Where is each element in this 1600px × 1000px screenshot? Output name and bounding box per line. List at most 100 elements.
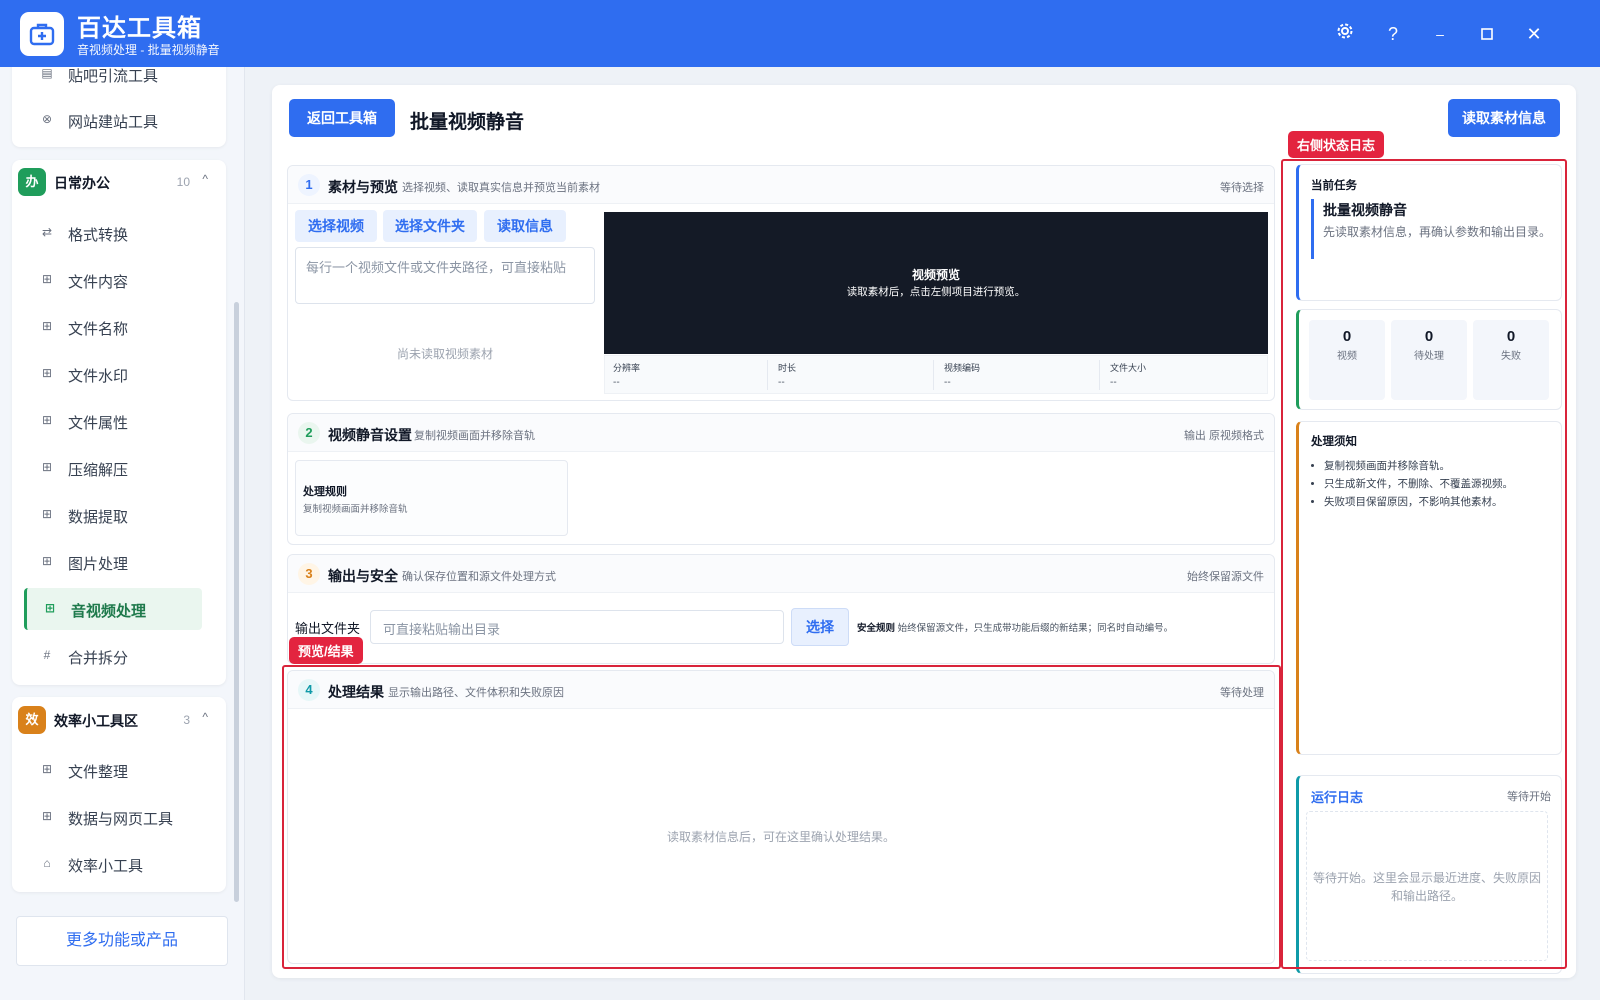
more-products-button[interactable]: 更多功能或产品 bbox=[16, 916, 228, 966]
title-bar: 百达工具箱 音视频处理 - 批量视频静音 ? – ✕ bbox=[0, 0, 1600, 67]
grid-icon: ⊞ bbox=[41, 507, 53, 521]
sidebar-item-label: 文件内容 bbox=[68, 274, 129, 291]
gear-icon[interactable] bbox=[1331, 20, 1359, 48]
sidebar-item-web-tools[interactable]: ⊞ 数据与网页工具 bbox=[24, 796, 202, 838]
section-status: 输出 原视频格式 bbox=[1183, 430, 1264, 442]
select-output-button[interactable]: 选择 bbox=[791, 608, 849, 646]
nav-group-header-tools[interactable]: 效 效率小工具区 3 ^ bbox=[18, 698, 214, 740]
sidebar-item-label: 文件整理 bbox=[68, 764, 129, 781]
sidebar-item-label: 合并拆分 bbox=[68, 650, 129, 667]
sidebar: ▤ 贴吧引流工具 ⊗ 网站建站工具 办 日常办公 10 ^ ⇄ 格式转换 ⊞ 文… bbox=[0, 67, 245, 1000]
section-output-safety: 3 输出与安全 确认保存位置和源文件处理方式 始终保留源文件 bbox=[287, 554, 1275, 664]
read-material-info-button[interactable]: 读取素材信息 bbox=[1448, 99, 1560, 137]
meta-resolution: 分辨率 -- bbox=[613, 363, 641, 388]
grid-icon: ⊞ bbox=[41, 319, 53, 333]
group-count: 3 bbox=[183, 713, 190, 727]
section-desc: 选择视频、读取真实信息并预览当前素材 bbox=[402, 182, 600, 194]
annotation-tag-results: 预览/结果 bbox=[289, 637, 363, 664]
rule-desc: 复制视频画面并移除音轨 bbox=[303, 504, 408, 515]
sidebar-item-label: 文件属性 bbox=[68, 415, 129, 432]
minimize-icon[interactable]: – bbox=[1426, 20, 1454, 48]
select-video-button[interactable]: 选择视频 bbox=[295, 210, 377, 242]
sidebar-item-label: 音视频处理 bbox=[71, 603, 147, 620]
sidebar-item-label: 文件水印 bbox=[68, 368, 129, 385]
app-logo bbox=[20, 12, 64, 56]
annotation-box-right-log bbox=[1281, 159, 1567, 969]
read-info-button[interactable]: 读取信息 bbox=[484, 210, 566, 242]
toolbox-icon bbox=[29, 23, 55, 46]
back-to-toolbox-button[interactable]: 返回工具箱 bbox=[289, 99, 395, 137]
help-icon[interactable]: ? bbox=[1379, 20, 1407, 48]
chevron-up-icon: ^ bbox=[202, 710, 208, 724]
select-folder-button[interactable]: 选择文件夹 bbox=[383, 210, 477, 242]
sidebar-item-attributes[interactable]: ⊞ 文件属性 bbox=[24, 400, 202, 442]
sidebar-item-tieba[interactable]: ▤ 贴吧引流工具 bbox=[24, 67, 202, 95]
sidebar-item-format[interactable]: ⇄ 格式转换 bbox=[24, 212, 202, 254]
grid-icon: ⊞ bbox=[44, 601, 56, 615]
video-meta-row: 分辨率 -- 时长 -- 视频编码 -- 文件大小 -- bbox=[604, 355, 1268, 394]
toolbox-icon: ⌂ bbox=[43, 856, 51, 870]
section-number: 3 bbox=[298, 563, 320, 585]
sidebar-item-compress[interactable]: ⊞ 压缩解压 bbox=[24, 447, 202, 489]
grid-icon: ⊞ bbox=[41, 809, 53, 823]
nav-group-header-office[interactable]: 办 日常办公 10 ^ bbox=[18, 160, 214, 202]
path-input[interactable]: 每行一个视频文件或文件夹路径，可直接粘贴 bbox=[295, 247, 595, 304]
grid-icon: ⊞ bbox=[41, 460, 53, 474]
maximize-icon[interactable] bbox=[1473, 20, 1501, 48]
sidebar-item-label: 贴吧引流工具 bbox=[68, 68, 159, 85]
sidebar-item-image[interactable]: ⊞ 图片处理 bbox=[24, 541, 202, 583]
output-folder-input[interactable]: 可直接粘贴输出目录 bbox=[370, 610, 784, 644]
sidebar-item-watermark[interactable]: ⊞ 文件水印 bbox=[24, 353, 202, 395]
section-desc: 确认保存位置和源文件处理方式 bbox=[402, 571, 556, 583]
preview-hint: 读取素材后，点击左侧项目进行预览。 bbox=[846, 286, 1026, 298]
sidebar-item-label: 文件名称 bbox=[68, 321, 129, 338]
close-icon[interactable]: ✕ bbox=[1520, 20, 1548, 48]
annotation-tag-right-log: 右侧状态日志 bbox=[1288, 131, 1385, 158]
meta-codec: 视频编码 -- bbox=[944, 363, 981, 388]
rule-title: 处理规则 bbox=[303, 486, 347, 498]
page-title: 批量视频静音 bbox=[410, 112, 525, 133]
sidebar-item-website[interactable]: ⊗ 网站建站工具 bbox=[24, 99, 202, 141]
grid-icon: ⊞ bbox=[41, 554, 53, 568]
sidebar-item-content[interactable]: ⊞ 文件内容 bbox=[24, 259, 202, 301]
safety-rule-text: 安全规则 始终保留源文件，只生成带功能后缀的新结果；同名时自动编号。 bbox=[857, 620, 1173, 634]
chevron-up-icon: ^ bbox=[202, 172, 208, 186]
meta-duration: 时长 -- bbox=[778, 363, 797, 388]
sidebar-item-merge[interactable]: # 合并拆分 bbox=[24, 635, 202, 677]
sidebar-item-label: 效率小工具 bbox=[68, 858, 144, 875]
sidebar-item-label: 图片处理 bbox=[68, 556, 129, 573]
output-folder-label: 输出文件夹 bbox=[295, 621, 361, 636]
section-status: 始终保留源文件 bbox=[1187, 571, 1264, 583]
sidebar-item-label: 网站建站工具 bbox=[68, 114, 159, 131]
app-subtitle: 音视频处理 - 批量视频静音 bbox=[77, 43, 220, 57]
sidebar-item-label: 数据与网页工具 bbox=[68, 811, 174, 828]
annotation-box-results bbox=[282, 665, 1281, 969]
grid-icon: ⊞ bbox=[41, 413, 53, 427]
hash-icon: # bbox=[43, 648, 51, 662]
section-desc: 复制视频画面并移除音轨 bbox=[414, 430, 535, 442]
section-number: 1 bbox=[298, 174, 320, 196]
grid-icon: ⊞ bbox=[41, 272, 53, 286]
sidebar-scrollbar[interactable] bbox=[234, 302, 239, 902]
group-badge: 效 bbox=[18, 706, 46, 734]
sidebar-item-av[interactable]: ⊞ 音视频处理 bbox=[24, 588, 202, 630]
sidebar-item-extract[interactable]: ⊞ 数据提取 bbox=[24, 494, 202, 536]
app-title: 百达工具箱 bbox=[77, 15, 202, 42]
group-badge: 办 bbox=[18, 168, 46, 196]
sidebar-item-filename[interactable]: ⊞ 文件名称 bbox=[24, 306, 202, 348]
section-title: 视频静音设置 bbox=[328, 427, 412, 443]
section-status: 等待选择 bbox=[1220, 182, 1264, 194]
safety-rule-desc: 始终保留源文件，只生成带功能后缀的新结果；同名时自动编号。 bbox=[897, 623, 1174, 634]
preview-title: 视频预览 bbox=[911, 268, 960, 282]
material-empty-text: 尚未读取视频素材 bbox=[397, 347, 494, 361]
video-preview: 视频预览 读取素材后，点击左侧项目进行预览。 bbox=[604, 212, 1268, 354]
section-header: 3 输出与安全 确认保存位置和源文件处理方式 始终保留源文件 bbox=[288, 555, 1274, 593]
globe-icon: ⊗ bbox=[41, 112, 53, 126]
sidebar-item-efficiency[interactable]: ⌂ 效率小工具 bbox=[24, 843, 202, 885]
sidebar-item-organize[interactable]: ⊞ 文件整理 bbox=[24, 749, 202, 791]
section-number: 2 bbox=[298, 422, 320, 444]
section-title: 输出与安全 bbox=[328, 568, 398, 584]
meta-filesize: 文件大小 -- bbox=[1110, 363, 1147, 388]
safety-rule-title: 安全规则 bbox=[857, 623, 896, 634]
processing-rule-card: 处理规则 复制视频画面并移除音轨 bbox=[295, 460, 568, 536]
